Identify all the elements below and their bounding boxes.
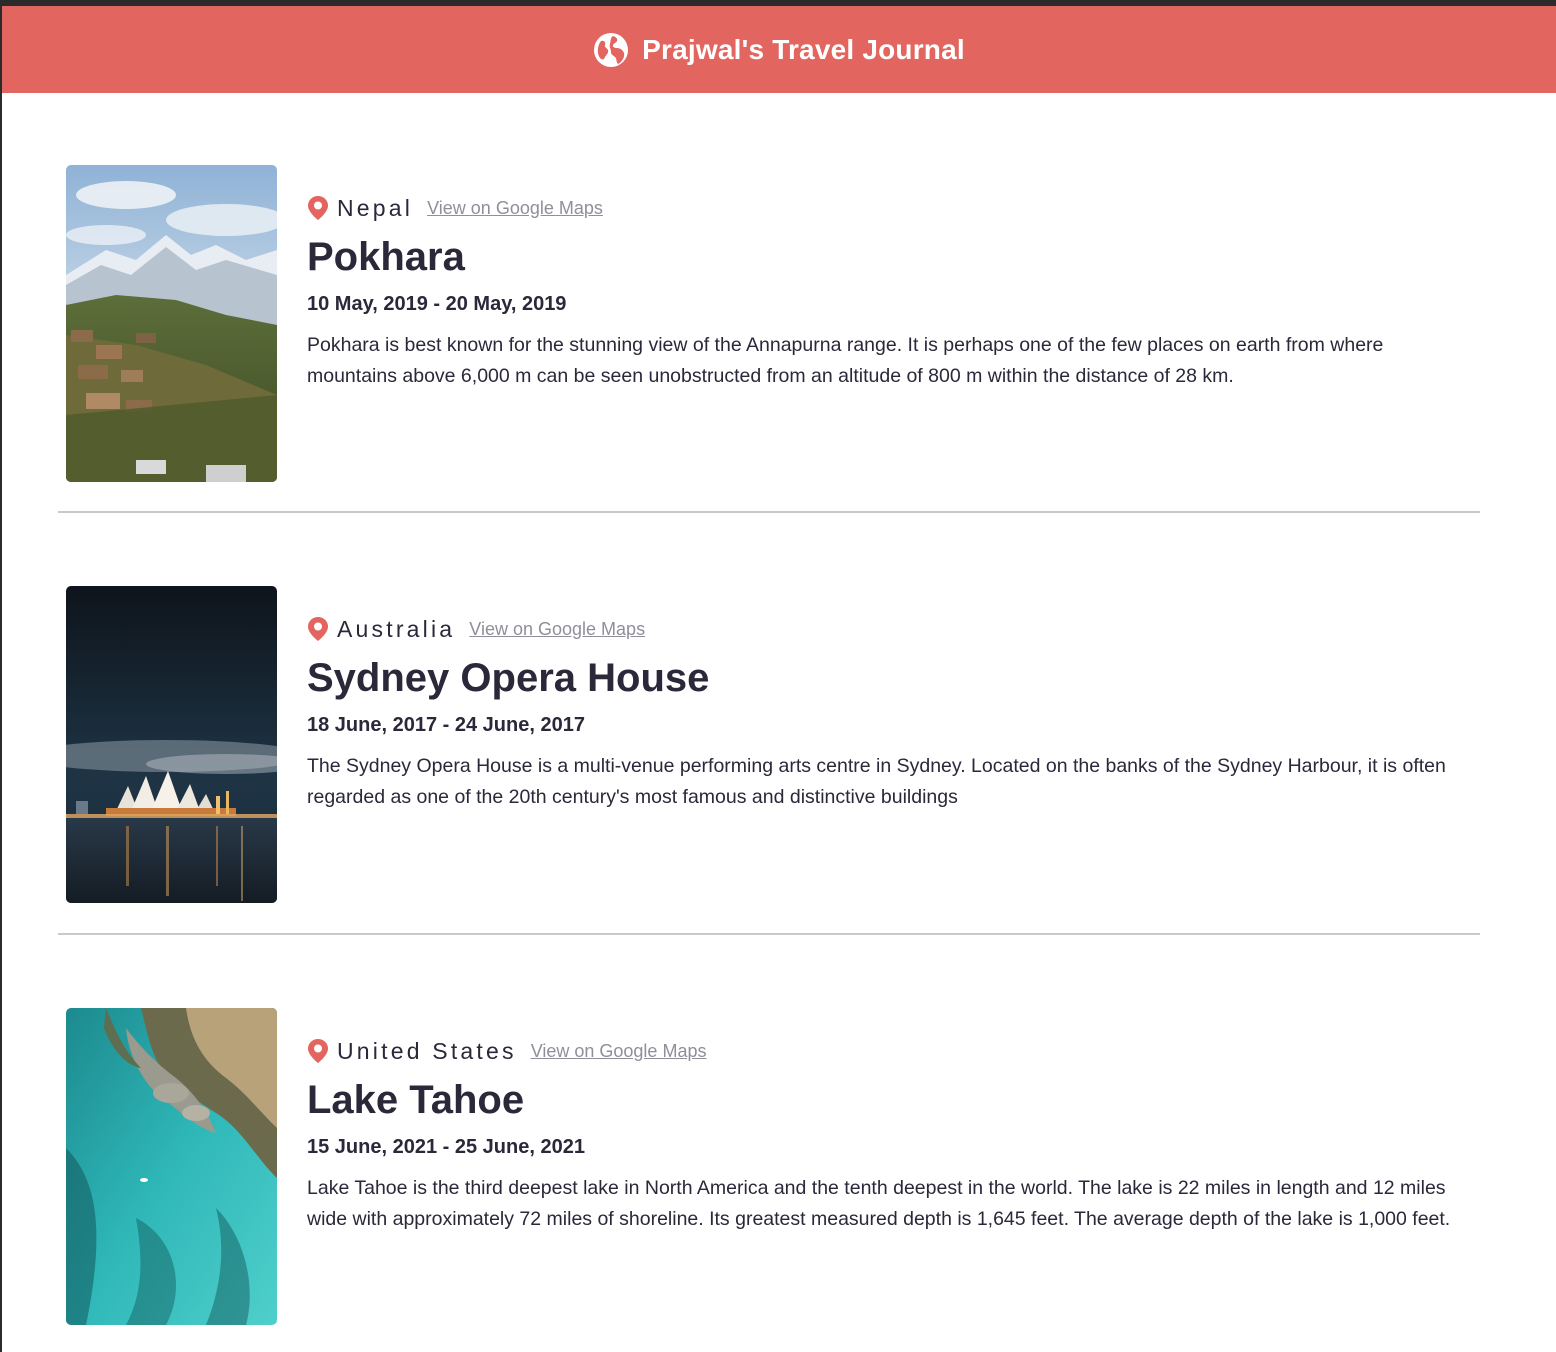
place-description: Lake Tahoe is the third deepest lake in … xyxy=(307,1177,1451,1230)
place-title: Pokhara xyxy=(307,235,465,279)
trip-dates: 18 June, 2017 - 24 June, 2017 xyxy=(307,714,585,736)
entry-photo xyxy=(66,1008,277,1325)
app-window: Prajwal's Travel Journal Nepal View on G… xyxy=(2,6,1556,1352)
app-title: Prajwal's Travel Journal xyxy=(642,33,965,65)
journal-entry: United States View on Google Maps Lake T… xyxy=(66,1008,1480,1326)
entry-photo xyxy=(66,586,277,903)
entry-info: United States View on Google Maps Lake T… xyxy=(307,1038,1457,1235)
map-pin-icon xyxy=(308,196,328,220)
place-title: Sydney Opera House xyxy=(307,656,710,700)
google-maps-link[interactable]: View on Google Maps xyxy=(427,198,603,219)
country-label: United States xyxy=(337,1037,517,1064)
location-row: United States View on Google Maps xyxy=(307,1038,1457,1064)
globe-icon xyxy=(594,32,629,67)
map-pin-icon xyxy=(308,1039,328,1063)
google-maps-link[interactable]: View on Google Maps xyxy=(469,619,645,640)
google-maps-link[interactable]: View on Google Maps xyxy=(531,1041,707,1062)
navbar: Prajwal's Travel Journal xyxy=(2,6,1556,93)
journal-entry: Australia View on Google Maps Sydney Ope… xyxy=(66,586,1480,904)
place-description: Pokhara is best known for the stunning v… xyxy=(307,334,1384,387)
divider xyxy=(58,933,1480,935)
country-label: Nepal xyxy=(337,194,414,221)
place-title: Lake Tahoe xyxy=(307,1078,525,1122)
country-label: Australia xyxy=(337,615,456,642)
entry-info: Australia View on Google Maps Sydney Ope… xyxy=(307,616,1457,813)
divider xyxy=(58,511,1480,513)
journal-entry: Nepal View on Google Maps Pokhara 10 May… xyxy=(66,165,1480,483)
trip-dates: 10 May, 2019 - 20 May, 2019 xyxy=(307,293,567,315)
trip-dates: 15 June, 2021 - 25 June, 2021 xyxy=(307,1136,585,1158)
entry-info: Nepal View on Google Maps Pokhara 10 May… xyxy=(307,195,1457,392)
location-row: Australia View on Google Maps xyxy=(307,616,1457,642)
entry-photo xyxy=(66,165,277,482)
place-description: The Sydney Opera House is a multi-venue … xyxy=(307,755,1446,808)
location-row: Nepal View on Google Maps xyxy=(307,195,1457,221)
map-pin-icon xyxy=(308,617,328,641)
